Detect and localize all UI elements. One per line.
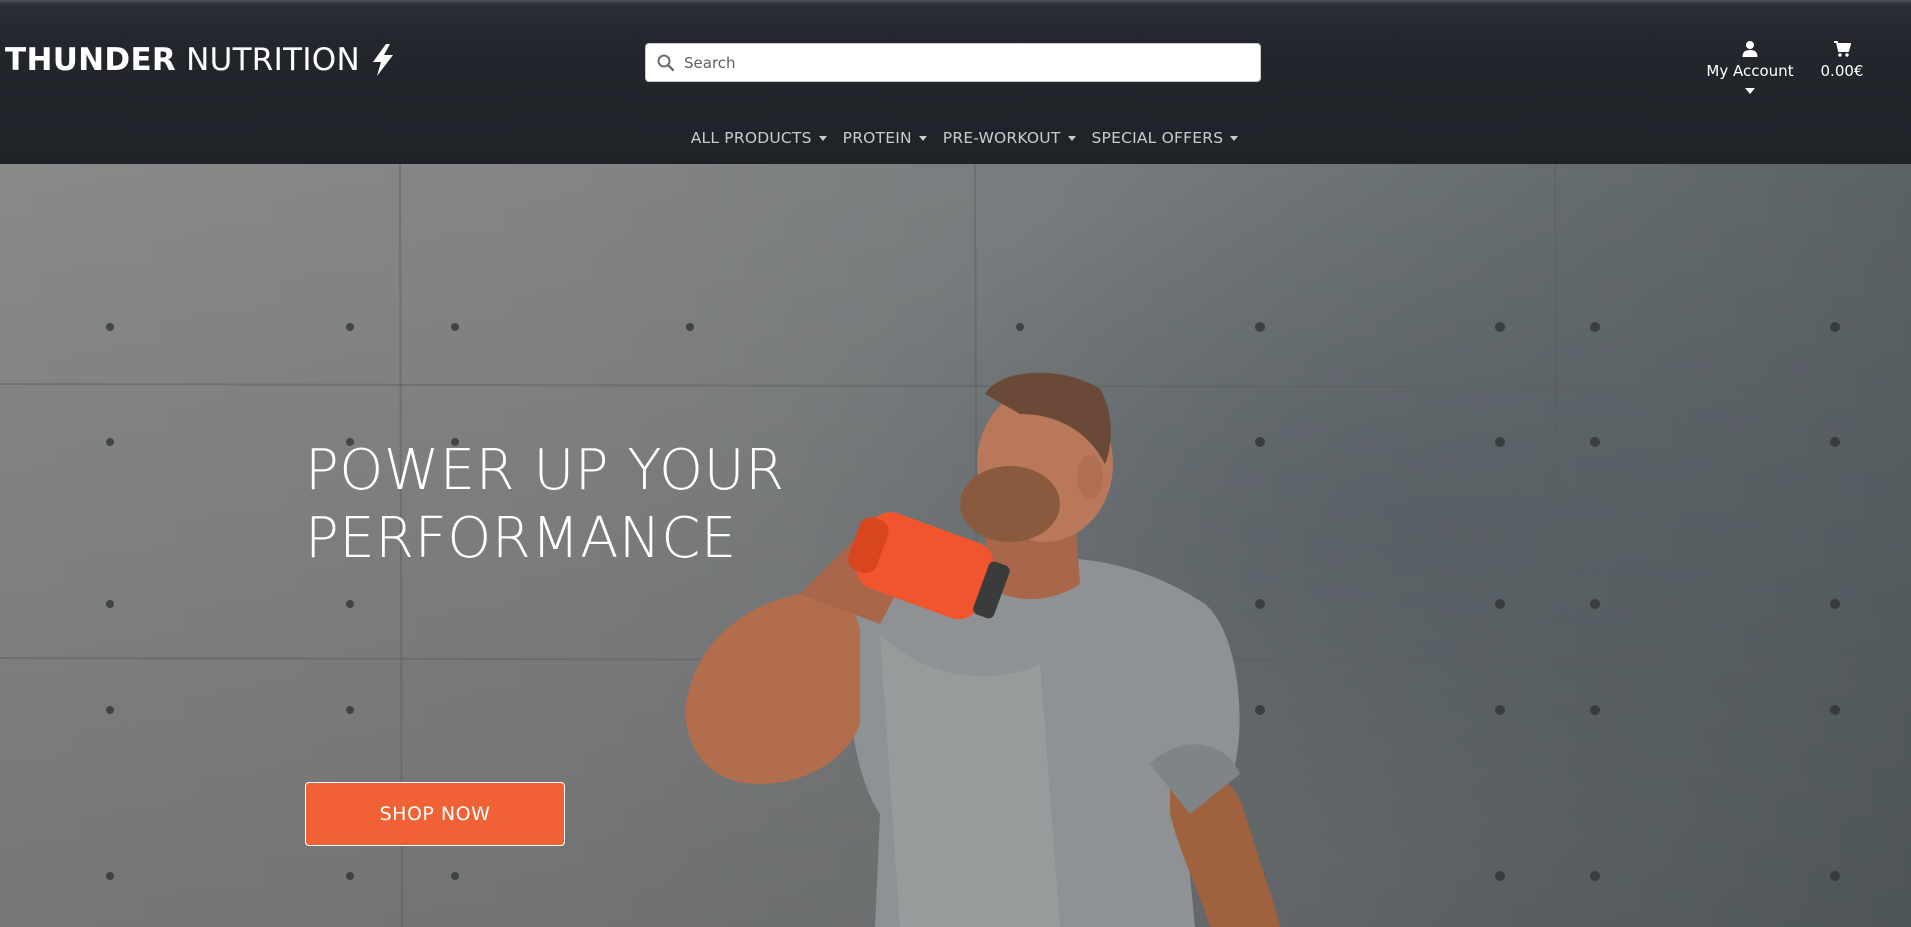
chevron-down-icon — [1745, 88, 1755, 94]
lightning-bolt-icon — [372, 44, 393, 76]
chevron-down-icon — [818, 135, 827, 141]
hero-title-line-1: POWER UP YOUR — [305, 438, 785, 503]
nav-item-all-products[interactable]: ALL PRODUCTS — [691, 126, 827, 150]
cart-total: 0.00€ — [1820, 62, 1864, 80]
chevron-down-icon — [918, 135, 927, 141]
chevron-down-icon — [1230, 135, 1239, 141]
athlete-drinking-image — [685, 372, 1280, 927]
nav-item-pre-workout[interactable]: PRE-WORKOUT — [943, 126, 1076, 150]
shopping-cart-icon — [1834, 41, 1851, 57]
nav-item-protein[interactable]: PROTEIN — [843, 126, 927, 150]
site-logo[interactable]: THUNDER NUTRITION — [5, 42, 398, 78]
main-nav: ALL PRODUCTS PROTEIN PRE-WORKOUT SPECIAL… — [0, 126, 1911, 150]
search-input[interactable] — [684, 47, 1244, 78]
nav-item-label: PROTEIN — [842, 129, 912, 147]
logo-text-light: NUTRITION — [186, 42, 360, 78]
site-header: THUNDER NUTRITION My Account 0.00€ A — [0, 0, 1911, 164]
nav-item-label: SPECIAL OFFERS — [1091, 129, 1224, 147]
user-icon — [1742, 41, 1758, 57]
shopping-cart[interactable]: 0.00€ — [1818, 40, 1866, 80]
my-account-label: My Account — [1706, 62, 1794, 80]
nav-item-label: ALL PRODUCTS — [690, 129, 812, 147]
nav-item-label: PRE-WORKOUT — [942, 129, 1061, 147]
search-icon — [657, 54, 675, 71]
nav-item-special-offers[interactable]: SPECIAL OFFERS — [1092, 126, 1239, 150]
shop-now-button[interactable]: SHOP NOW — [305, 782, 565, 846]
search-bar — [645, 43, 1261, 82]
chevron-down-icon — [1067, 135, 1076, 141]
hero-title: POWER UP YOUR PERFORMANCE — [305, 437, 785, 573]
my-account-menu[interactable]: My Account — [1700, 40, 1800, 94]
hero-banner: POWER UP YOUR PERFORMANCE SHOP NOW — [0, 164, 1911, 927]
hero-title-line-2: PERFORMANCE — [305, 506, 737, 571]
logo-text-bold: THUNDER — [5, 42, 177, 78]
